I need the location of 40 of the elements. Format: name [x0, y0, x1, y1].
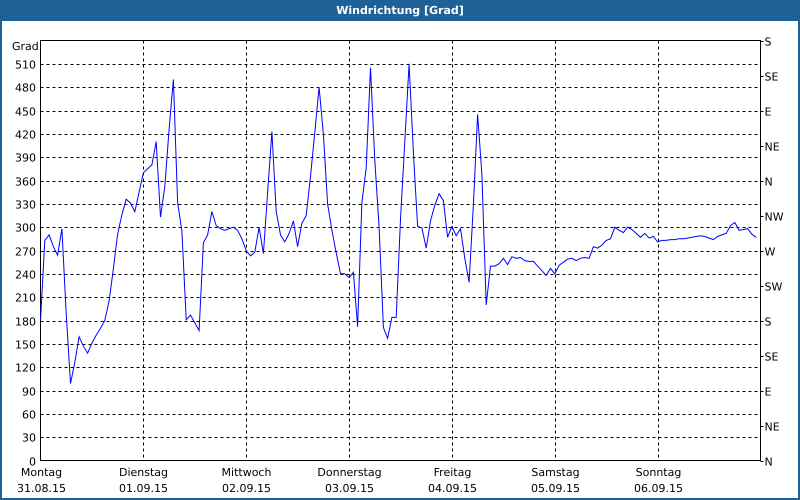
y-tick-label: 240: [15, 268, 36, 282]
x-tick-label: Mittwoch 02.09.15: [222, 466, 272, 495]
compass-direction-label: S: [764, 36, 772, 48]
y-tick-label: 180: [15, 316, 36, 328]
compass-direction-label: SE: [764, 350, 778, 364]
y-tick-label: 210: [15, 292, 36, 304]
y-tick-label: 510: [15, 58, 36, 72]
y-tick-label: 390: [15, 152, 36, 164]
compass-direction-label: SW: [764, 280, 782, 294]
x-tick-label: Samstag 05.09.15: [531, 466, 580, 495]
compass-direction-label: NE: [764, 420, 780, 434]
y-tick-label: 450: [15, 106, 36, 118]
compass-direction-label: NE: [764, 140, 780, 154]
y-tick-label: 0: [29, 456, 36, 468]
compass-direction-label: NW: [764, 210, 784, 224]
y-axis-title: Grad: [12, 40, 39, 53]
x-tick-label: Donnerstag 03.09.15: [317, 466, 382, 495]
window-title: Windrichtung [Grad]: [0, 0, 800, 21]
y-tick-label: 90: [22, 386, 36, 398]
x-tick-label: Freitag 04.09.15: [428, 466, 477, 495]
x-tick-label: Montag 31.08.15: [17, 466, 66, 495]
y-tick-label: 480: [15, 82, 36, 94]
x-tick-label: Dienstag 01.09.15: [118, 466, 168, 495]
y-tick-label: 300: [15, 222, 36, 234]
compass-direction-label: S: [764, 316, 772, 328]
y-tick-label: 30: [22, 432, 36, 444]
y-tick-label: 270: [15, 246, 36, 258]
y-tick-label: 420: [15, 128, 36, 142]
y-tick-label: 330: [15, 198, 36, 212]
y-tick-label: 120: [15, 362, 36, 374]
y-tick-label: 60: [22, 408, 36, 422]
compass-direction-label: E: [764, 106, 772, 118]
compass-direction-label: N: [764, 456, 773, 468]
compass-direction-label: W: [764, 246, 776, 258]
x-tick-label: Sonntag 06.09.15: [634, 466, 683, 495]
y-tick-label: 150: [15, 338, 36, 352]
y-tick-label: 360: [15, 176, 36, 188]
compass-direction-label: E: [764, 386, 772, 398]
compass-direction-label: N: [764, 176, 773, 188]
compass-direction-label: SE: [764, 70, 778, 84]
